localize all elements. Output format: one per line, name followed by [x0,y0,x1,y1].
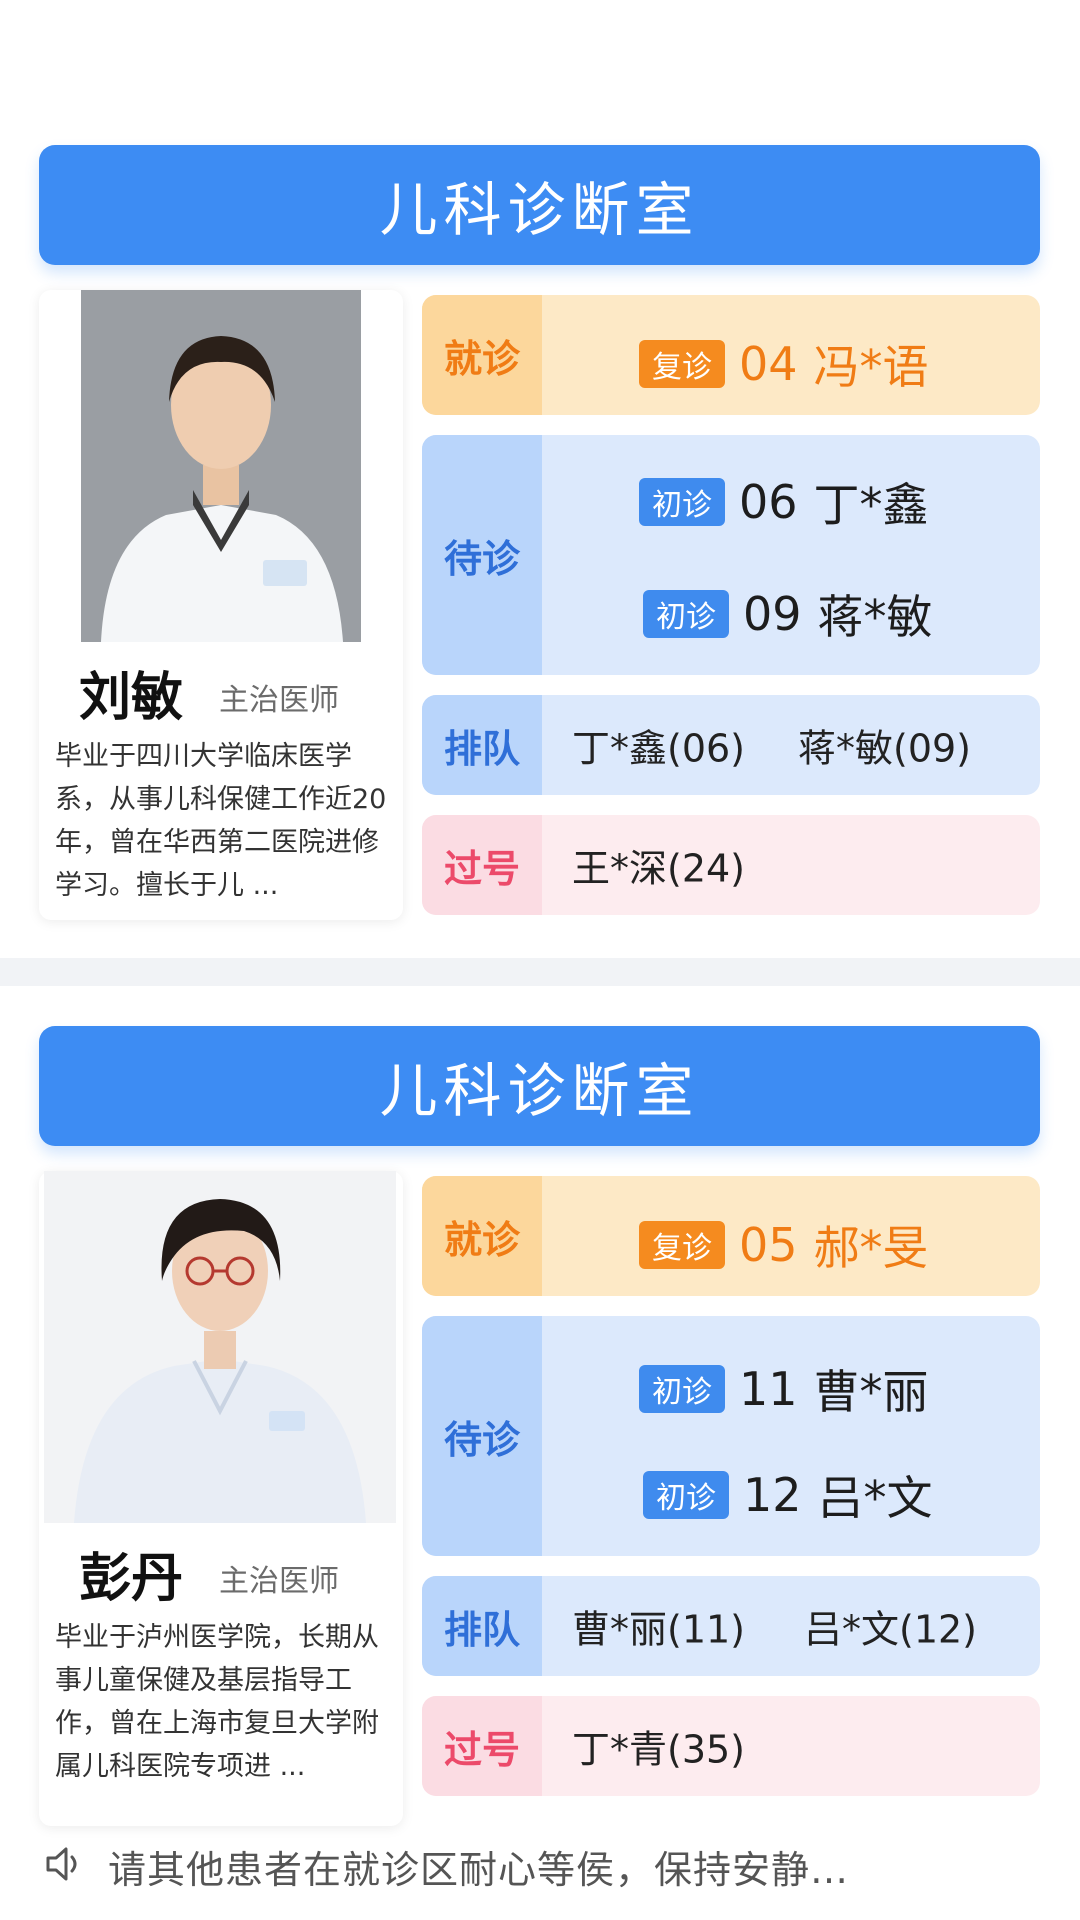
first-visit-badge: 初诊 [639,478,725,526]
panel-divider [0,958,1080,986]
waiting-row: 待诊 初诊 11 曹*丽 初诊 12 吕*文 [422,1316,1040,1556]
queue-entry: 蒋*敏(09) [798,726,972,771]
ticket-number: 09 [743,587,802,641]
now-serving-label: 就诊 [422,1176,542,1296]
ticket-number: 06 [739,475,798,529]
queue-entry: 吕*文(12) [804,1607,978,1652]
patient-name: 冯*语 [813,340,929,394]
doctor-title: 主治医师 [219,683,339,718]
patient-name: 吕*文 [817,1471,933,1525]
passed-entry: 王*深(24) [572,846,746,891]
ticket-number: 05 [739,1218,798,1272]
first-visit-badge: 初诊 [643,1471,729,1519]
waiting-ticket: 初诊 09 蒋*敏 [643,581,933,647]
doctor-photo [44,1171,396,1523]
passed-label: 过号 [422,815,542,915]
now-serving-row: 就诊 复诊 04 冯*语 [422,295,1040,415]
passed-label: 过号 [422,1696,542,1796]
consult-room-panel-1: 儿科诊断室 刘敏 主治医师 毕业于四川大学临床医学系，从事儿科保健工作近20年，… [0,145,1080,920]
room-title: 儿科诊断室 [39,145,1040,265]
waiting-ticket: 初诊 11 曹*丽 [639,1356,929,1422]
doctor-portrait-image [81,290,361,642]
queue-row: 排队 丁*鑫(06) 蒋*敏(09) [422,695,1040,795]
doctor-name: 刘敏 [79,668,184,728]
announcement-text: 请其他患者在就诊区耐心等侯，保持安静… [108,1847,850,1892]
patient-name: 郝*旻 [813,1221,929,1275]
doctor-photo [81,290,361,642]
doctor-bio: 毕业于四川大学临床医学系，从事儿科保健工作近20年，曾在华西第二医院进修学习。擅… [55,741,387,901]
passed-entry: 丁*青(35) [572,1727,746,1772]
ticket-number: 04 [739,337,798,391]
announcement-bar: 请其他患者在就诊区耐心等侯，保持安静… [42,1838,1042,1894]
doctor-card[interactable]: 刘敏 主治医师 毕业于四川大学临床医学系，从事儿科保健工作近20年，曾在华西第二… [39,290,403,920]
patient-name: 蒋*敏 [817,590,933,644]
revisit-badge: 复诊 [639,340,725,388]
waiting-label: 待诊 [422,435,542,675]
first-visit-badge: 初诊 [643,590,729,638]
now-serving-row: 就诊 复诊 05 郝*旻 [422,1176,1040,1296]
ticket-number: 12 [743,1468,802,1522]
room-title: 儿科诊断室 [39,1026,1040,1146]
waiting-ticket: 初诊 12 吕*文 [643,1462,933,1528]
now-serving-label: 就诊 [422,295,542,415]
speaker-icon [42,1842,86,1890]
patient-name: 曹*丽 [813,1365,929,1419]
waiting-row: 待诊 初诊 06 丁*鑫 初诊 09 蒋*敏 [422,435,1040,675]
now-serving-ticket: 复诊 04 冯*语 [639,331,929,397]
passed-row: 过号 王*深(24) [422,815,1040,915]
doctor-title: 主治医师 [219,1564,339,1599]
queue-label: 排队 [422,1576,542,1676]
queue-entry: 丁*鑫(06) [572,726,746,771]
doctor-card[interactable]: 彭丹 主治医师 毕业于泸州医学院，长期从事儿童保健及基层指导工作，曾在上海市复旦… [39,1171,403,1826]
doctor-bio: 毕业于泸州医学院，长期从事儿童保健及基层指导工作，曾在上海市复旦大学附属儿科医院… [55,1622,379,1782]
now-serving-ticket: 复诊 05 郝*旻 [639,1212,929,1278]
doctor-portrait-image [44,1171,396,1523]
consult-room-panel-2: 儿科诊断室 彭丹 主治医师 毕业于泸州医学院，长期从事儿童保健及基层指导工作，曾… [0,1026,1080,1826]
queue-entry: 曹*丽(11) [572,1607,746,1652]
queue-row: 排队 曹*丽(11) 吕*文(12) [422,1576,1040,1676]
revisit-badge: 复诊 [639,1221,725,1269]
queue-label: 排队 [422,695,542,795]
first-visit-badge: 初诊 [639,1365,725,1413]
passed-row: 过号 丁*青(35) [422,1696,1040,1796]
waiting-label: 待诊 [422,1316,542,1556]
ticket-number: 11 [739,1362,798,1416]
waiting-ticket: 初诊 06 丁*鑫 [639,469,929,535]
doctor-name: 彭丹 [79,1549,184,1609]
patient-name: 丁*鑫 [813,478,929,532]
